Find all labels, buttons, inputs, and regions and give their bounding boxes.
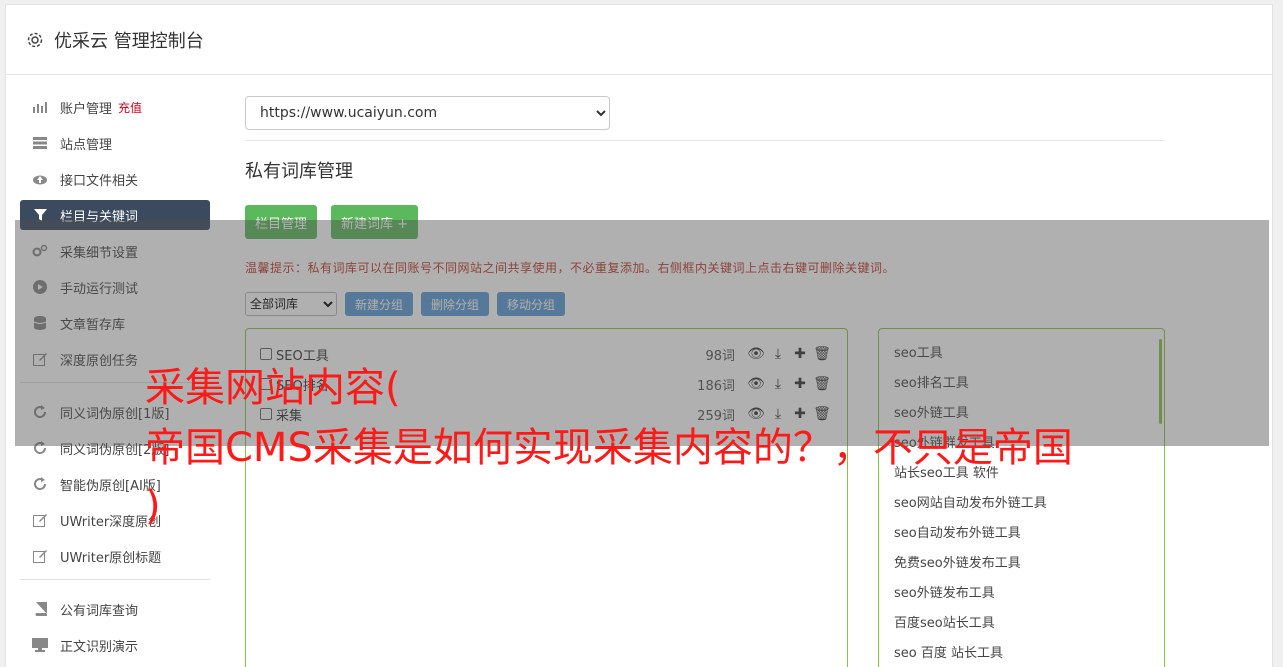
library-checkbox[interactable] — [260, 348, 272, 360]
sidebar-item-label: 文章暂存库 — [60, 317, 126, 333]
eye-icon[interactable]: 👁 — [745, 376, 767, 392]
list-item[interactable]: seo自动发布外链工具 — [894, 519, 1149, 549]
sidebar-divider — [20, 579, 210, 580]
divider — [245, 140, 1165, 141]
trash-icon[interactable]: 🗑 — [811, 346, 833, 362]
sidebar-item-article-storage[interactable]: 文章暂存库 — [20, 308, 210, 338]
watermark-line-1: 采集网站内容( — [145, 365, 401, 411]
new-group-button[interactable]: 新建分组 — [345, 292, 414, 316]
bar-chart-icon — [32, 99, 48, 115]
site-select[interactable]: https://www.ucaiyun.com — [245, 96, 610, 130]
keyword-list[interactable]: seo工具 seo排名工具 seo外链工具 seo外链群发工具 站长seo工具 … — [878, 328, 1165, 667]
sidebar-item-ai-rewrite[interactable]: 智能伪原创[AI版] — [20, 469, 210, 499]
recharge-link[interactable]: 充值 — [118, 99, 142, 116]
edit-icon — [32, 512, 48, 528]
sidebar-item-label: 栏目与关键词 — [60, 209, 139, 225]
download-icon[interactable]: ⤓ — [767, 406, 789, 422]
download-icon[interactable]: ⤓ — [767, 346, 789, 362]
sidebar-item-public-lib[interactable]: 公有词库查询 — [20, 594, 210, 624]
list-item[interactable]: seo工具 — [894, 339, 1149, 369]
sidebar-item-manual-run[interactable]: 手动运行测试 — [20, 272, 210, 302]
refresh-icon — [32, 440, 48, 456]
sidebar-item-collect-settings[interactable]: 采集细节设置 — [20, 236, 210, 266]
move-group-button[interactable]: 移动分组 — [497, 292, 566, 316]
tip-text: 温馨提示：私有词库可以在同账号不同网站之间共享使用，不必重复添加。右侧框内关键词… — [245, 261, 896, 275]
sidebar-item-label: UWriter原创标题 — [60, 550, 162, 566]
cloud-upload-icon — [32, 171, 48, 187]
sidebar-item-label: 公有词库查询 — [60, 603, 139, 619]
play-icon — [32, 279, 48, 295]
library-count: 259词 — [697, 408, 735, 424]
list-item[interactable]: seo网站自动发布外链工具 — [894, 489, 1149, 519]
sidebar-item-uwriter-title[interactable]: UWriter原创标题 — [20, 541, 210, 571]
book-icon — [32, 601, 48, 617]
trash-icon[interactable]: 🗑 — [811, 406, 833, 422]
sidebar-item-label: 手动运行测试 — [60, 281, 139, 297]
cogs-icon — [32, 243, 48, 259]
sidebar-item-interface-files[interactable]: 接口文件相关 — [20, 164, 210, 194]
header: 优采云 管理控制台 — [6, 5, 1272, 75]
watermark-line-3: ) — [145, 483, 161, 529]
sidebar-item-label: 接口文件相关 — [60, 173, 139, 189]
download-icon[interactable]: ⤓ — [767, 376, 789, 392]
sidebar-item-label: 正文识别演示 — [60, 639, 139, 655]
filter-icon — [32, 207, 48, 223]
sidebar-item-label: 采集细节设置 — [60, 245, 139, 261]
page-title: 私有词库管理 — [245, 161, 353, 182]
plus-icon[interactable]: ✚ — [789, 406, 811, 422]
sidebar-item-account[interactable]: 账户管理 充值 — [20, 92, 210, 122]
server-icon — [32, 135, 48, 151]
sidebar-item-text-recognition[interactable]: 正文识别演示 — [20, 630, 210, 660]
watermark-line-2: 帝国CMS采集是如何实现采集内容的？，不只是帝国 — [145, 425, 1073, 471]
sidebar-item-columns-keywords[interactable]: 栏目与关键词 — [20, 200, 210, 230]
column-manage-button[interactable]: 栏目管理 — [245, 205, 318, 239]
scrollbar[interactable] — [1159, 339, 1162, 424]
sidebar-item-label: 站点管理 — [60, 137, 113, 153]
library-count: 98词 — [705, 348, 735, 364]
list-item[interactable]: seo 百度 站长工具 — [894, 639, 1149, 667]
eye-icon[interactable]: 👁 — [745, 346, 767, 362]
list-item[interactable]: 免费seo外链发布工具 — [894, 549, 1149, 579]
new-library-button[interactable]: 新建词库 + — [331, 205, 419, 239]
sidebar-item-label: 账户管理 — [60, 101, 113, 117]
sidebar-item-sites[interactable]: 站点管理 — [20, 128, 210, 158]
list-item[interactable]: seo排名工具 — [894, 369, 1149, 399]
list-item[interactable]: seo外链发布工具 — [894, 579, 1149, 609]
sidebar-item-uwriter-deep[interactable]: UWriter深度原创 — [20, 505, 210, 535]
refresh-icon — [32, 476, 48, 492]
list-item[interactable]: 百度seo站长工具 — [894, 609, 1149, 639]
library-name[interactable]: SEO工具 — [276, 345, 705, 364]
eye-icon[interactable]: 👁 — [745, 406, 767, 422]
plus-icon[interactable]: ✚ — [789, 346, 811, 362]
edit-icon — [32, 548, 48, 564]
action-buttons: 栏目管理 新建词库 + — [245, 205, 1165, 239]
monitor-icon — [32, 637, 48, 653]
group-toolbar: 全部词库 新建分组 删除分组 移动分组 — [245, 292, 1165, 316]
sidebar-item-label: 深度原创任务 — [60, 353, 139, 369]
group-select[interactable]: 全部词库 — [245, 292, 337, 316]
database-icon — [32, 315, 48, 331]
refresh-icon — [32, 404, 48, 420]
app-title: 优采云 管理控制台 — [54, 30, 204, 52]
delete-group-button[interactable]: 删除分组 — [421, 292, 490, 316]
gear-icon — [26, 31, 44, 49]
edit-icon — [32, 351, 48, 367]
trash-icon[interactable]: 🗑 — [811, 376, 833, 392]
plus-icon[interactable]: ✚ — [789, 376, 811, 392]
library-count: 186词 — [697, 378, 735, 394]
